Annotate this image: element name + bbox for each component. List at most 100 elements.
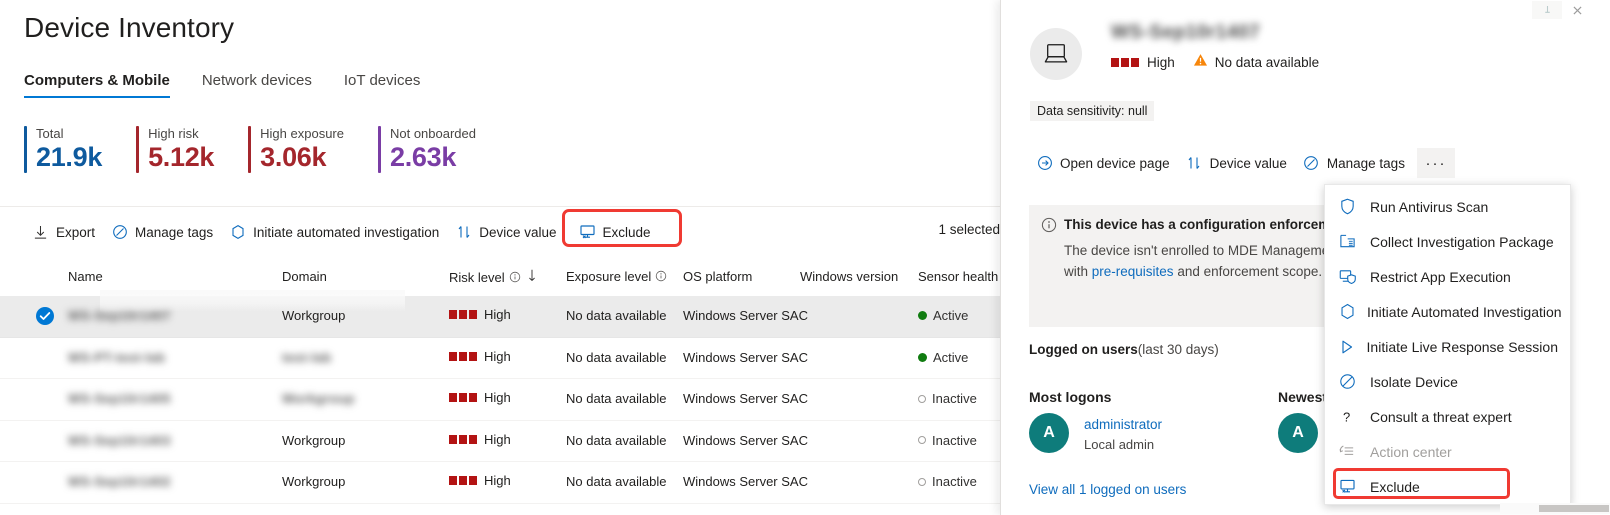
stat-value: 2.63k bbox=[389, 142, 457, 172]
panel-scrollbar-thumb[interactable] bbox=[1539, 505, 1609, 512]
column-header-label: Exposure level bbox=[566, 269, 652, 284]
hexagon-icon bbox=[1339, 303, 1356, 321]
panel-device-value-button[interactable]: Device value bbox=[1178, 148, 1295, 178]
tab-computers-mobile[interactable]: Computers & Mobile bbox=[24, 72, 170, 98]
table-row[interactable]: WS-Sep10r1403 Workgroup High No data availa… bbox=[0, 421, 1000, 462]
selected-count-label: 1 selected bbox=[938, 222, 1000, 237]
hexagon-icon bbox=[229, 224, 246, 241]
column-header-name[interactable]: Name bbox=[68, 269, 103, 284]
most-logons-username-link[interactable]: administrator bbox=[1084, 417, 1162, 432]
menu-item-collect-investigation-package[interactable]: Collect Investigation Package bbox=[1325, 224, 1570, 259]
newest-logon-avatar: A bbox=[1278, 413, 1318, 453]
most-logons-user-role: Local admin bbox=[1084, 437, 1155, 452]
info-body-line2-pre: with bbox=[1064, 264, 1092, 279]
menu-item-isolate-device[interactable]: Isolate Device bbox=[1325, 364, 1570, 399]
updown-arrows-icon bbox=[455, 224, 472, 241]
download-icon bbox=[32, 224, 49, 241]
export-label: Export bbox=[56, 224, 96, 240]
block-circle-icon bbox=[1339, 373, 1359, 391]
panel-pin-icon[interactable] bbox=[1532, 1, 1562, 19]
menu-item-action-center: Action center bbox=[1325, 434, 1570, 469]
export-button[interactable]: Export bbox=[24, 216, 103, 248]
stat-tile-high-exposure[interactable]: High exposure 3.06k bbox=[248, 126, 344, 173]
cell-os-platform: Windows Server SAC bbox=[683, 308, 808, 323]
risk-bar-3 bbox=[1131, 58, 1139, 67]
cell-risk-level: High bbox=[449, 432, 511, 447]
column-header-risk-level[interactable]: Risk level bbox=[449, 269, 537, 285]
device-avatar bbox=[1030, 28, 1082, 80]
exclude-monitor-icon bbox=[579, 224, 596, 241]
cell-sensor-health: Inactive bbox=[918, 474, 977, 489]
tab-iot-devices[interactable]: IoT devices bbox=[344, 72, 420, 98]
sort-descending-icon[interactable] bbox=[527, 269, 537, 285]
risk-bar-2 bbox=[459, 476, 467, 485]
collect-package-icon bbox=[1339, 233, 1359, 251]
panel-manage-tags-button[interactable]: Manage tags bbox=[1295, 148, 1413, 178]
risk-bar-2 bbox=[459, 434, 467, 444]
logged-on-users-heading: Logged on users(last 30 days) bbox=[1029, 342, 1219, 357]
action-center-icon bbox=[1339, 443, 1359, 461]
more-actions-button[interactable]: ··· bbox=[1416, 148, 1455, 178]
command-toolbar: Export Manage tags Initiate automated in… bbox=[24, 216, 659, 248]
menu-item-label: Initiate Automated Investigation bbox=[1367, 303, 1562, 320]
most-logons-title: Most logons bbox=[1029, 389, 1112, 405]
column-header-label: Sensor health s bbox=[918, 269, 1000, 284]
initiate-automated-investigation-button[interactable]: Initiate automated investigation bbox=[221, 216, 447, 248]
column-header-os-platform[interactable]: OS platform bbox=[683, 269, 752, 284]
info-circle-icon[interactable] bbox=[509, 271, 522, 284]
panel-manage-tags-label: Manage tags bbox=[1326, 155, 1405, 171]
cell-sensor-health: Active bbox=[918, 350, 968, 365]
column-header-windows-version[interactable]: Windows version bbox=[800, 269, 898, 284]
column-header-sensor-health-s[interactable]: Sensor health s bbox=[918, 269, 1000, 284]
cell-risk-level: High bbox=[449, 390, 511, 405]
panel-device-value-label: Device value bbox=[1209, 155, 1287, 171]
tab-network-devices[interactable]: Network devices bbox=[202, 72, 312, 98]
cell-name: WS-Sep10r1407 bbox=[68, 308, 171, 323]
table-row[interactable]: WS-Sep10r1402 Workgroup High No data availa… bbox=[0, 462, 1000, 504]
stat-label: High risk bbox=[148, 126, 199, 141]
risk-bar-3 bbox=[469, 310, 477, 319]
device-risk-meta: High No data available bbox=[1111, 53, 1319, 72]
menu-item-run-antivirus-scan[interactable]: Run Antivirus Scan bbox=[1325, 189, 1570, 224]
stat-tile-total[interactable]: Total 21.9k bbox=[24, 126, 102, 173]
panel-close-icon[interactable] bbox=[1562, 1, 1592, 19]
row-checkbox-checked[interactable] bbox=[36, 307, 54, 325]
info-circle-icon[interactable] bbox=[655, 270, 668, 283]
risk-bar-3 bbox=[469, 476, 477, 485]
health-status-label: Inactive bbox=[932, 432, 977, 448]
column-header-exposure-level[interactable]: Exposure level bbox=[566, 269, 668, 284]
stat-value: 21.9k bbox=[36, 142, 103, 172]
risk-bar-1 bbox=[449, 393, 457, 402]
main-content-area: Device Inventory Computers & Mobile Netwo… bbox=[0, 0, 1000, 515]
table-row[interactable]: WS-PT-test-lab test-lab High No data availa… bbox=[0, 338, 1000, 379]
health-status-label: Inactive bbox=[932, 474, 977, 489]
column-header-domain[interactable]: Domain bbox=[282, 269, 327, 284]
info-card-title: This device has a configuration enforcem… bbox=[1064, 217, 1351, 232]
table-row[interactable]: WS-Sep10r1405 Workgroup High No data availa… bbox=[0, 379, 1000, 421]
stat-tile-not-onboarded[interactable]: Not onboarded 2.63k bbox=[377, 126, 476, 173]
tab-bar: Computers & Mobile Network devices IoT dev… bbox=[24, 72, 452, 98]
stat-tile-high-risk[interactable]: High risk 5.12k bbox=[136, 126, 214, 173]
exclude-button[interactable]: Exclude bbox=[571, 216, 659, 248]
menu-item-label: Run Antivirus Scan bbox=[1370, 198, 1489, 215]
cell-name: WS-Sep10r1405 bbox=[68, 391, 171, 406]
panel-left-strip bbox=[1001, 0, 1020, 515]
menu-item-initiate-automated-investigation[interactable]: Initiate Automated Investigation bbox=[1325, 294, 1570, 329]
risk-level-label: High bbox=[484, 473, 511, 488]
arrow-circle-right-icon bbox=[1036, 155, 1053, 172]
menu-item-restrict-app-execution[interactable]: Restrict App Execution bbox=[1325, 259, 1570, 294]
view-all-logged-on-users-link[interactable]: View all 1 logged on users bbox=[1029, 482, 1186, 497]
menu-item-initiate-live-response-session[interactable]: Initiate Live Response Session bbox=[1325, 329, 1570, 364]
column-header-label: OS platform bbox=[683, 269, 753, 284]
health-status-label: Inactive bbox=[932, 391, 977, 406]
menu-item-consult-a-threat-expert[interactable]: ? Consult a threat expert bbox=[1325, 399, 1570, 434]
pre-requisites-link[interactable]: pre-requisites bbox=[1092, 264, 1174, 279]
menu-item-exclude[interactable]: Exclude bbox=[1325, 469, 1570, 504]
device-value-button[interactable]: Device value bbox=[447, 216, 564, 248]
table-row[interactable]: WS-Sep10r1407 Workgroup High No data availa… bbox=[0, 296, 1000, 338]
open-device-page-button[interactable]: Open device page bbox=[1028, 148, 1178, 178]
risk-bar-1 bbox=[449, 434, 457, 444]
info-circle-icon bbox=[1041, 217, 1057, 233]
cell-domain: Workgroup bbox=[282, 474, 346, 489]
manage-tags-button[interactable]: Manage tags bbox=[103, 216, 221, 248]
